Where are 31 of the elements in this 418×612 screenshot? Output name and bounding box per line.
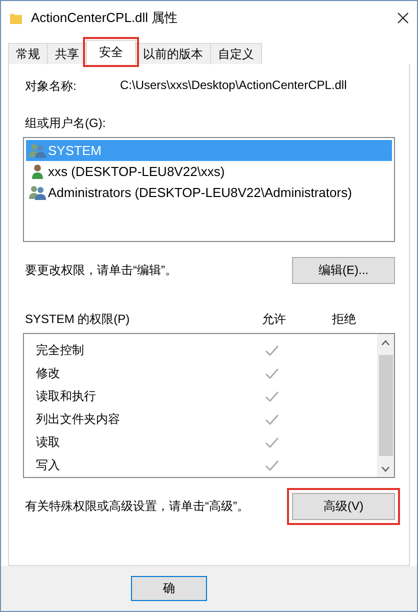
allow-header: 允许 — [261, 311, 287, 328]
scroll-up-icon[interactable] — [381, 340, 390, 346]
scroll-down-icon[interactable] — [381, 466, 390, 472]
permission-name: 修改 — [36, 365, 61, 382]
permission-name: 读取和执行 — [36, 388, 97, 405]
edit-button[interactable]: 编辑(E)... — [292, 257, 395, 284]
tab[interactable]: 以前的版本 — [135, 43, 211, 64]
permission-name: 写入 — [36, 457, 61, 474]
permission-name: 完全控制 — [36, 342, 85, 359]
object-name-label: 对象名称: — [25, 78, 78, 95]
users-label: 组或用户名(G): — [24, 115, 107, 132]
ok-button[interactable]: 确 — [131, 576, 207, 601]
tab[interactable]: 共享 — [47, 43, 87, 64]
window-title: ActionCenterCPL.dll 属性 — [31, 8, 179, 26]
user-icon — [29, 164, 46, 179]
user-list-item[interactable]: Administrators (DESKTOP-LEU8V22\Administrators) — [26, 182, 392, 203]
close-icon[interactable] — [397, 12, 409, 24]
advanced-hint: 有关特殊权限或高级设置，请单击“高级”。 — [25, 498, 249, 515]
user-group-icon — [29, 185, 46, 200]
deny-header: 拒绝 — [331, 311, 357, 328]
tab[interactable]: 常规 — [8, 43, 48, 64]
scrollbar[interactable] — [377, 334, 394, 477]
user-list-item[interactable]: xxs (DESKTOP-LEU8V22\xxs) — [26, 161, 392, 182]
permission-name: 列出文件夹内容 — [36, 411, 121, 428]
tab[interactable]: 自定义 — [210, 43, 262, 64]
advanced-button[interactable]: 高级(V) — [292, 493, 395, 520]
permission-name: 读取 — [36, 434, 61, 451]
object-path: C:\Users\xxs\Desktop\ActionCenterCPL.dll — [120, 78, 347, 94]
user-group-icon — [29, 143, 46, 158]
permissions-label: SYSTEM 的权限(P) — [25, 311, 131, 328]
edit-hint: 要更改权限，请单击“编辑”。 — [25, 262, 177, 279]
